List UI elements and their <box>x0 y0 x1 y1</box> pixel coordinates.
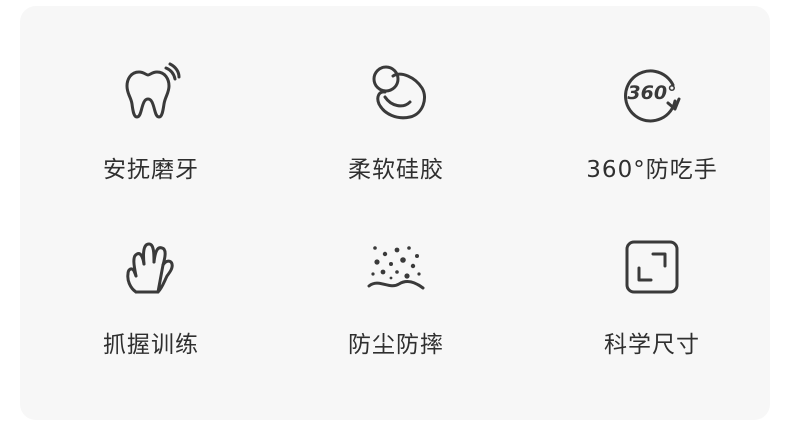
feature-label: 科学尺寸 <box>604 332 700 358</box>
rotate-360-icon: 360° <box>616 56 688 128</box>
feature-item-scientific-size: 科学尺寸 <box>552 231 752 359</box>
feature-item-360-anti-suck: 360° 360°防吃手 <box>552 56 752 184</box>
dust-proof-icon <box>360 231 432 303</box>
feature-item-dustproof-dropproof: 防尘防摔 <box>296 231 496 359</box>
feature-item-grip-training: 抓握训练 <box>51 231 251 359</box>
feature-label: 安抚磨牙 <box>103 157 199 183</box>
feature-label: 防尘防摔 <box>348 332 444 358</box>
rotate-360-text: 360° <box>627 82 676 104</box>
feature-label: 柔软硅胶 <box>348 157 444 183</box>
feature-label: 360°防吃手 <box>586 157 718 183</box>
feature-item-teething: 安抚磨牙 <box>51 56 251 184</box>
features-panel: 安抚磨牙 柔软硅胶 360° 360°防吃手 抓握训练 防尘防摔 科学尺寸 <box>20 6 770 420</box>
tooth-icon <box>115 56 187 128</box>
soft-silicone-icon <box>360 56 432 128</box>
hand-grip-icon <box>115 231 187 303</box>
feature-label: 抓握训练 <box>103 332 199 358</box>
feature-item-soft-silicone: 柔软硅胶 <box>296 56 496 184</box>
size-frame-icon <box>616 231 688 303</box>
